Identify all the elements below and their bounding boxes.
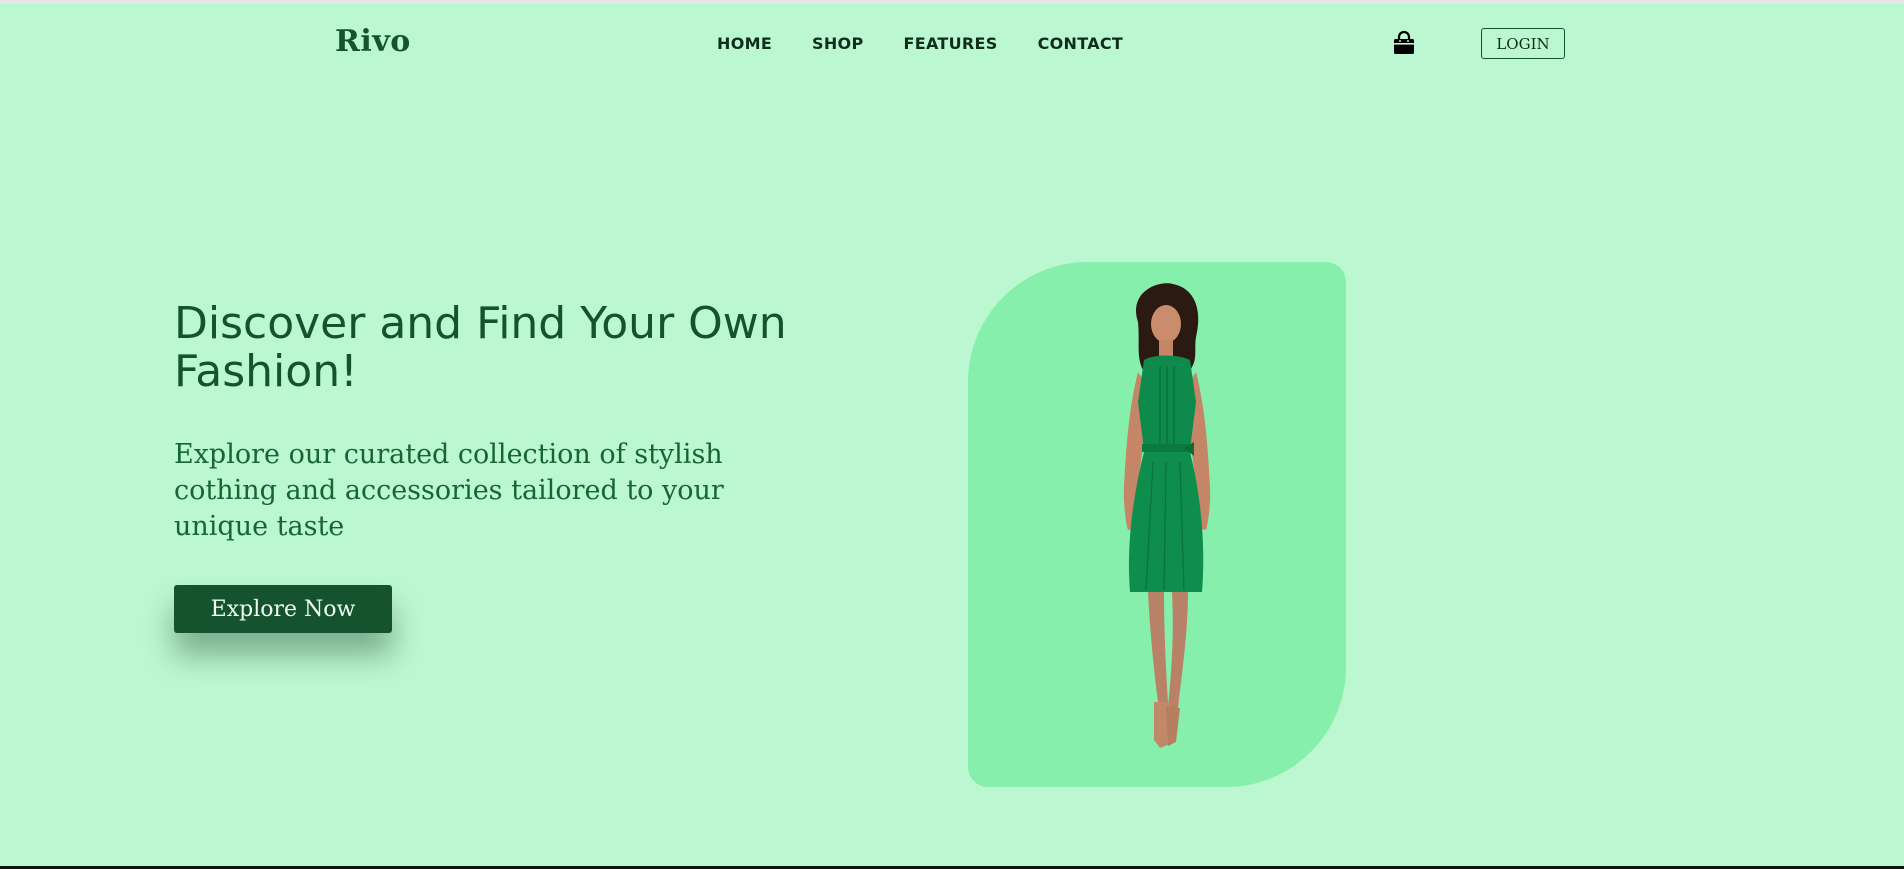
brand-logo[interactable]: Rivo (335, 24, 411, 59)
explore-now-button[interactable]: Explore Now (174, 585, 392, 633)
shopping-bag-icon[interactable] (1391, 30, 1417, 56)
hero-title: Discover and Find Your Own Fashion! (174, 298, 787, 397)
login-button[interactable]: LOGIN (1481, 28, 1565, 59)
nav-shop[interactable]: SHOP (812, 34, 863, 53)
main-nav: HOME SHOP FEATURES CONTACT (717, 34, 1163, 53)
nav-features[interactable]: FEATURES (904, 34, 998, 53)
nav-contact[interactable]: CONTACT (1038, 34, 1124, 53)
model-image (1123, 283, 1211, 748)
hero-image-card (968, 262, 1346, 787)
nav-home[interactable]: HOME (717, 34, 772, 53)
hero-subtitle: Explore our curated collection of stylis… (174, 439, 724, 542)
top-border (0, 0, 1904, 4)
